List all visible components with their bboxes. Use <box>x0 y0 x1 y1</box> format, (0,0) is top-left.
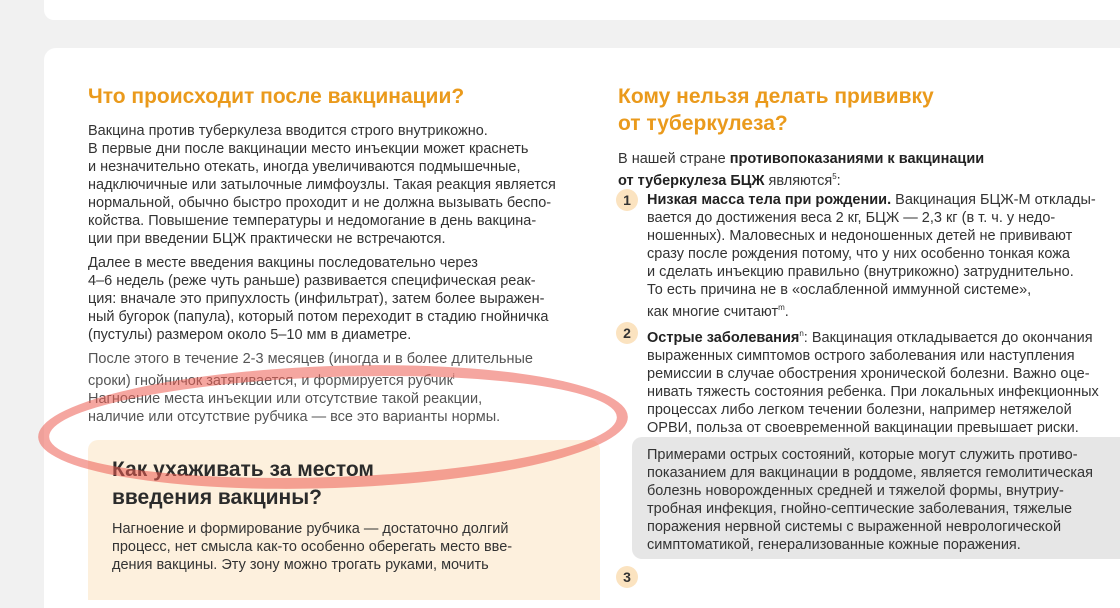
paragraph-reaction-stages: Далее в месте введения вакцины последова… <box>88 255 549 343</box>
list-item-low-birth-weight: Низкая масса тела при рождении. Вакцинац… <box>647 192 1096 320</box>
previous-page-card <box>44 0 1120 20</box>
contraindications-intro: В нашей стране противопоказаниями к вакц… <box>618 151 985 189</box>
list-number-badge: 1 <box>616 189 638 211</box>
list-item-acute-diseases: Острые заболеванияn: Вакцинация откладыв… <box>647 329 1099 436</box>
section-heading-after-vaccination: Что происходит после вакцинации? <box>88 85 465 108</box>
paragraph-scar-formation: После этого в течение 2-3 месяцев (иногд… <box>88 351 533 425</box>
footnote-ref: i <box>452 372 455 381</box>
section-heading-contraindications: Кому нельзя делать прививку от туберкуле… <box>618 85 934 135</box>
list-number-badge: 2 <box>616 322 638 344</box>
acute-conditions-examples-text: Примерами острых состояний, которые могу… <box>647 447 1093 553</box>
paragraph-vaccine-intro: Вакцина против туберкулеза вводится стро… <box>88 123 556 247</box>
care-box-title: Как ухаживать за местом введения вакцины… <box>112 458 374 509</box>
list-number-badge: 3 <box>616 566 638 588</box>
care-box-text: Нагноение и формирование рубчика — доста… <box>112 521 513 573</box>
